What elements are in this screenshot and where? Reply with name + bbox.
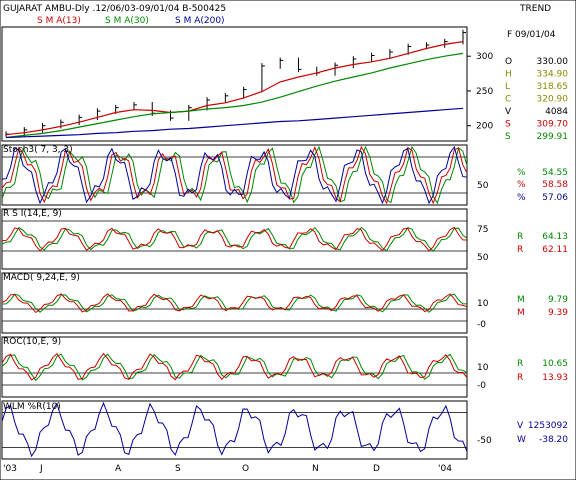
- ohlc-label: S: [505, 120, 511, 130]
- chart-background: [0, 0, 576, 480]
- ohlc-label: H: [505, 70, 512, 80]
- ohlc-value: 320.90: [537, 95, 569, 105]
- rsi-readout-label: R: [517, 245, 523, 255]
- indicator-ytick-label: -0: [477, 320, 486, 330]
- legend-sma200: S M A(200): [175, 16, 225, 26]
- macd-readout-label: M: [517, 295, 525, 305]
- stoch-readout-value: 54.55: [542, 168, 568, 178]
- month-label: S: [175, 464, 181, 474]
- ohlc-value: 299.91: [537, 132, 569, 142]
- roc-readout-value: 10.65: [542, 359, 568, 369]
- chart-title: GUJARAT AMBU-Dly .12/06/03-09/01/04 B-50…: [3, 4, 226, 14]
- month-label: D: [373, 464, 380, 474]
- ohlc-value: 318.65: [537, 82, 569, 92]
- macd-readout-value: 9.79: [548, 295, 568, 305]
- ohlc-value: 4084: [545, 107, 568, 117]
- month-label: A: [115, 464, 122, 474]
- indicator-ytick-label: -50: [477, 436, 492, 446]
- ohlc-value: 330.00: [537, 57, 569, 67]
- macd-title: MACD( 9,24,E, 9): [3, 273, 80, 283]
- roc-readout-label: R: [517, 359, 523, 369]
- macd-readout-value: 9.39: [548, 308, 568, 318]
- ohlc-value: 334.90: [537, 70, 569, 80]
- wlm-readout-label: W: [517, 435, 526, 445]
- wlm-readout-label: V: [517, 421, 524, 431]
- roc-readout-label: R: [517, 373, 523, 383]
- month-label: '03: [3, 464, 17, 474]
- wlm-title: WLM %R(10): [3, 402, 61, 412]
- rsi-readout-value: 64.13: [542, 232, 568, 242]
- rsi-readout-label: R: [517, 232, 523, 242]
- month-label: O: [242, 464, 249, 474]
- rsi-title: R S I(14,E, 9): [3, 209, 62, 219]
- price-ytick-label: 300: [476, 52, 493, 62]
- wlm-readout-value: 1253092: [528, 421, 568, 431]
- ohlc-value: 309.70: [537, 120, 569, 130]
- indicator-ytick-label: 10: [477, 299, 489, 309]
- stoch-title: Stoch3( 7, 3, 3): [3, 145, 73, 155]
- wlm-readout-value: -38.20: [539, 435, 568, 445]
- technical-chart: GUJARAT AMBU-Dly .12/06/03-09/01/04 B-50…: [0, 0, 576, 480]
- indicator-ytick-label: -0: [477, 381, 486, 391]
- stoch-readout-value: 57.06: [542, 193, 568, 203]
- month-label: N: [312, 464, 319, 474]
- indicator-ytick-label: 75: [477, 225, 488, 235]
- indicator-ytick-label: 50: [477, 253, 489, 263]
- legend-sma13: S M A(13): [37, 16, 81, 26]
- ohlc-label: V: [505, 107, 512, 117]
- indicator-ytick-label: 50: [477, 181, 489, 191]
- stoch-readout-value: 58.58: [542, 180, 568, 190]
- trend-label: TREND: [519, 4, 551, 14]
- ohlc-date: F 09/01/04: [507, 30, 556, 40]
- price-ytick-label: 200: [476, 122, 493, 132]
- ohlc-label: C: [505, 95, 511, 105]
- legend-sma30: S M A(30): [105, 16, 149, 26]
- ohlc-label: L: [505, 82, 510, 92]
- roc-readout-value: 13.93: [542, 373, 568, 383]
- stoch-readout-label: %: [517, 168, 526, 178]
- stoch-readout-label: %: [517, 180, 526, 190]
- ohlc-label: S: [505, 132, 511, 142]
- stoch-readout-label: %: [517, 193, 526, 203]
- ohlc-label: O: [505, 57, 512, 67]
- macd-readout-label: M: [517, 308, 525, 318]
- month-label: J: [39, 464, 43, 474]
- month-label: '04: [438, 464, 452, 474]
- price-ytick-label: 250: [476, 87, 493, 97]
- indicator-ytick-label: 10: [477, 363, 489, 373]
- rsi-readout-value: 62.11: [542, 245, 568, 255]
- roc-title: ROC(10,E, 9): [3, 337, 61, 347]
